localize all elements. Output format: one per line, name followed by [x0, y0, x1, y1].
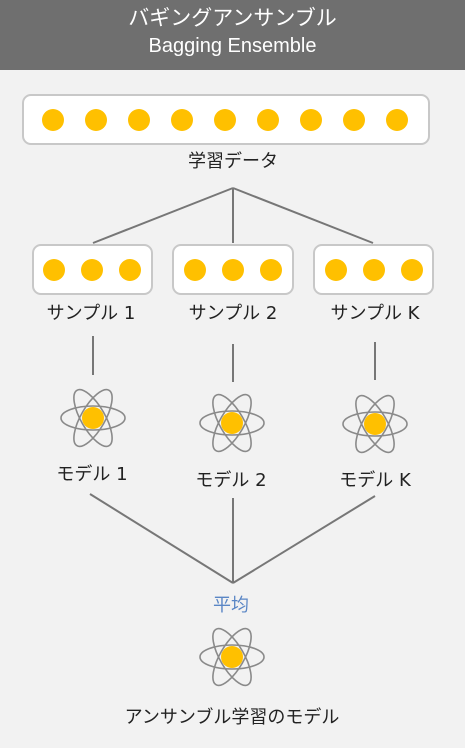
data-point-dot [386, 109, 408, 131]
data-point-dot [222, 259, 244, 281]
data-point-dot [42, 109, 64, 131]
data-point-dot [401, 259, 423, 281]
model-2-label: モデル 2 [195, 470, 266, 491]
model-1-atom-icon [60, 383, 126, 453]
model-2-atom-icon [199, 388, 265, 458]
sample-k-dots [325, 259, 423, 281]
data-point-dot [128, 109, 150, 131]
ensemble-model-atom-icon [199, 622, 265, 692]
data-point-dot [214, 109, 236, 131]
data-point-dot [260, 259, 282, 281]
sample-k-label: サンプル K [331, 303, 421, 324]
training-data-dots [42, 109, 408, 131]
data-point-dot [171, 109, 193, 131]
data-point-dot [184, 259, 206, 281]
connectors-models-to-average [89, 493, 376, 584]
model-1-label: モデル 1 [56, 464, 127, 485]
sample-2-dots [184, 259, 282, 281]
sample-1-dots [43, 259, 141, 281]
model-k-atom-icon [342, 389, 408, 459]
data-point-dot [325, 259, 347, 281]
sample-1-label: サンプル 1 [47, 303, 136, 324]
data-point-dot [363, 259, 385, 281]
model-k-label: モデル K [339, 470, 412, 491]
data-point-dot [119, 259, 141, 281]
sample-box-k [313, 244, 434, 295]
average-label: 平均 [213, 595, 249, 616]
training-data-label: 学習データ [188, 151, 278, 172]
ensemble-model-label: アンサンブル学習のモデル [125, 706, 340, 728]
data-point-dot [257, 109, 279, 131]
bagging-diagram: 学習データ サンプル 1 サンプル 2 サンプル K モデル 1 モデル 2 モ… [22, 94, 434, 728]
data-point-dot [300, 109, 322, 131]
training-data-box [22, 94, 430, 145]
sample-box-2 [172, 244, 294, 295]
data-point-dot [43, 259, 65, 281]
connectors-data-to-samples [92, 187, 374, 244]
sample-box-1 [32, 244, 153, 295]
connectors-samples-to-models [92, 336, 376, 382]
sample-2-label: サンプル 2 [189, 303, 278, 324]
data-point-dot [343, 109, 365, 131]
data-point-dot [81, 259, 103, 281]
data-point-dot [85, 109, 107, 131]
